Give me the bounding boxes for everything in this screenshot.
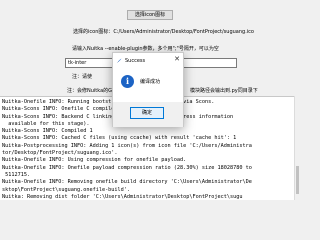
select-icon-button[interactable]: 选择icon图标 <box>127 10 173 20</box>
output-path-note: 模块路径会输出到.py同目录下 <box>190 88 258 94</box>
log-line: Nuitka-Onefile INFO: Removing onefile bu… <box>2 179 252 186</box>
log-line: sktop\FontProject\suguang.onefile-build'… <box>2 186 131 193</box>
log-line: 5112715. <box>2 171 31 178</box>
log-line: Nuitka-Onefile INFO: Onefile payload com… <box>2 164 252 171</box>
icon-path-label: 选择的icon图标：C:/Users/Administrator/Desktop… <box>73 29 254 35</box>
note-label-left: 注：请使 <box>72 74 93 80</box>
log-line: Nuitka-Postprocessing INFO: Adding 1 ico… <box>2 142 252 149</box>
feather-app-icon <box>117 58 122 63</box>
close-icon[interactable]: ✕ <box>174 55 180 63</box>
log-line: Nuitka-Scons INFO: Cached C files (using… <box>2 135 237 142</box>
log-line: Nuitka: Removing dist folder 'C:\Users\A… <box>2 193 243 200</box>
dialog-title: Success <box>125 58 146 64</box>
plugin-hint-label: 请输入Nuitka --enable-plugin参数，多个用";"号隔开，可以… <box>72 46 219 52</box>
log-line: Nuitka-Onefile INFO: Using compression f… <box>2 157 187 164</box>
log-line: Nuitka-Scons INFO: Compiled 1 <box>2 128 93 135</box>
dialog-footer: 确定 <box>113 102 183 127</box>
info-icon: i <box>121 75 134 88</box>
ok-button[interactable]: 确定 <box>130 107 164 119</box>
log-line: tor/Desktop/FontProject/suguang.ico'. <box>2 150 118 157</box>
log-scrollbar-thumb[interactable] <box>296 166 299 194</box>
success-dialog: Success ✕ i 编译成功 确定 <box>112 52 184 127</box>
dialog-body: i 编译成功 <box>113 69 183 102</box>
log-scrollbar[interactable] <box>294 96 300 200</box>
dialog-message: 编译成功 <box>140 79 161 85</box>
